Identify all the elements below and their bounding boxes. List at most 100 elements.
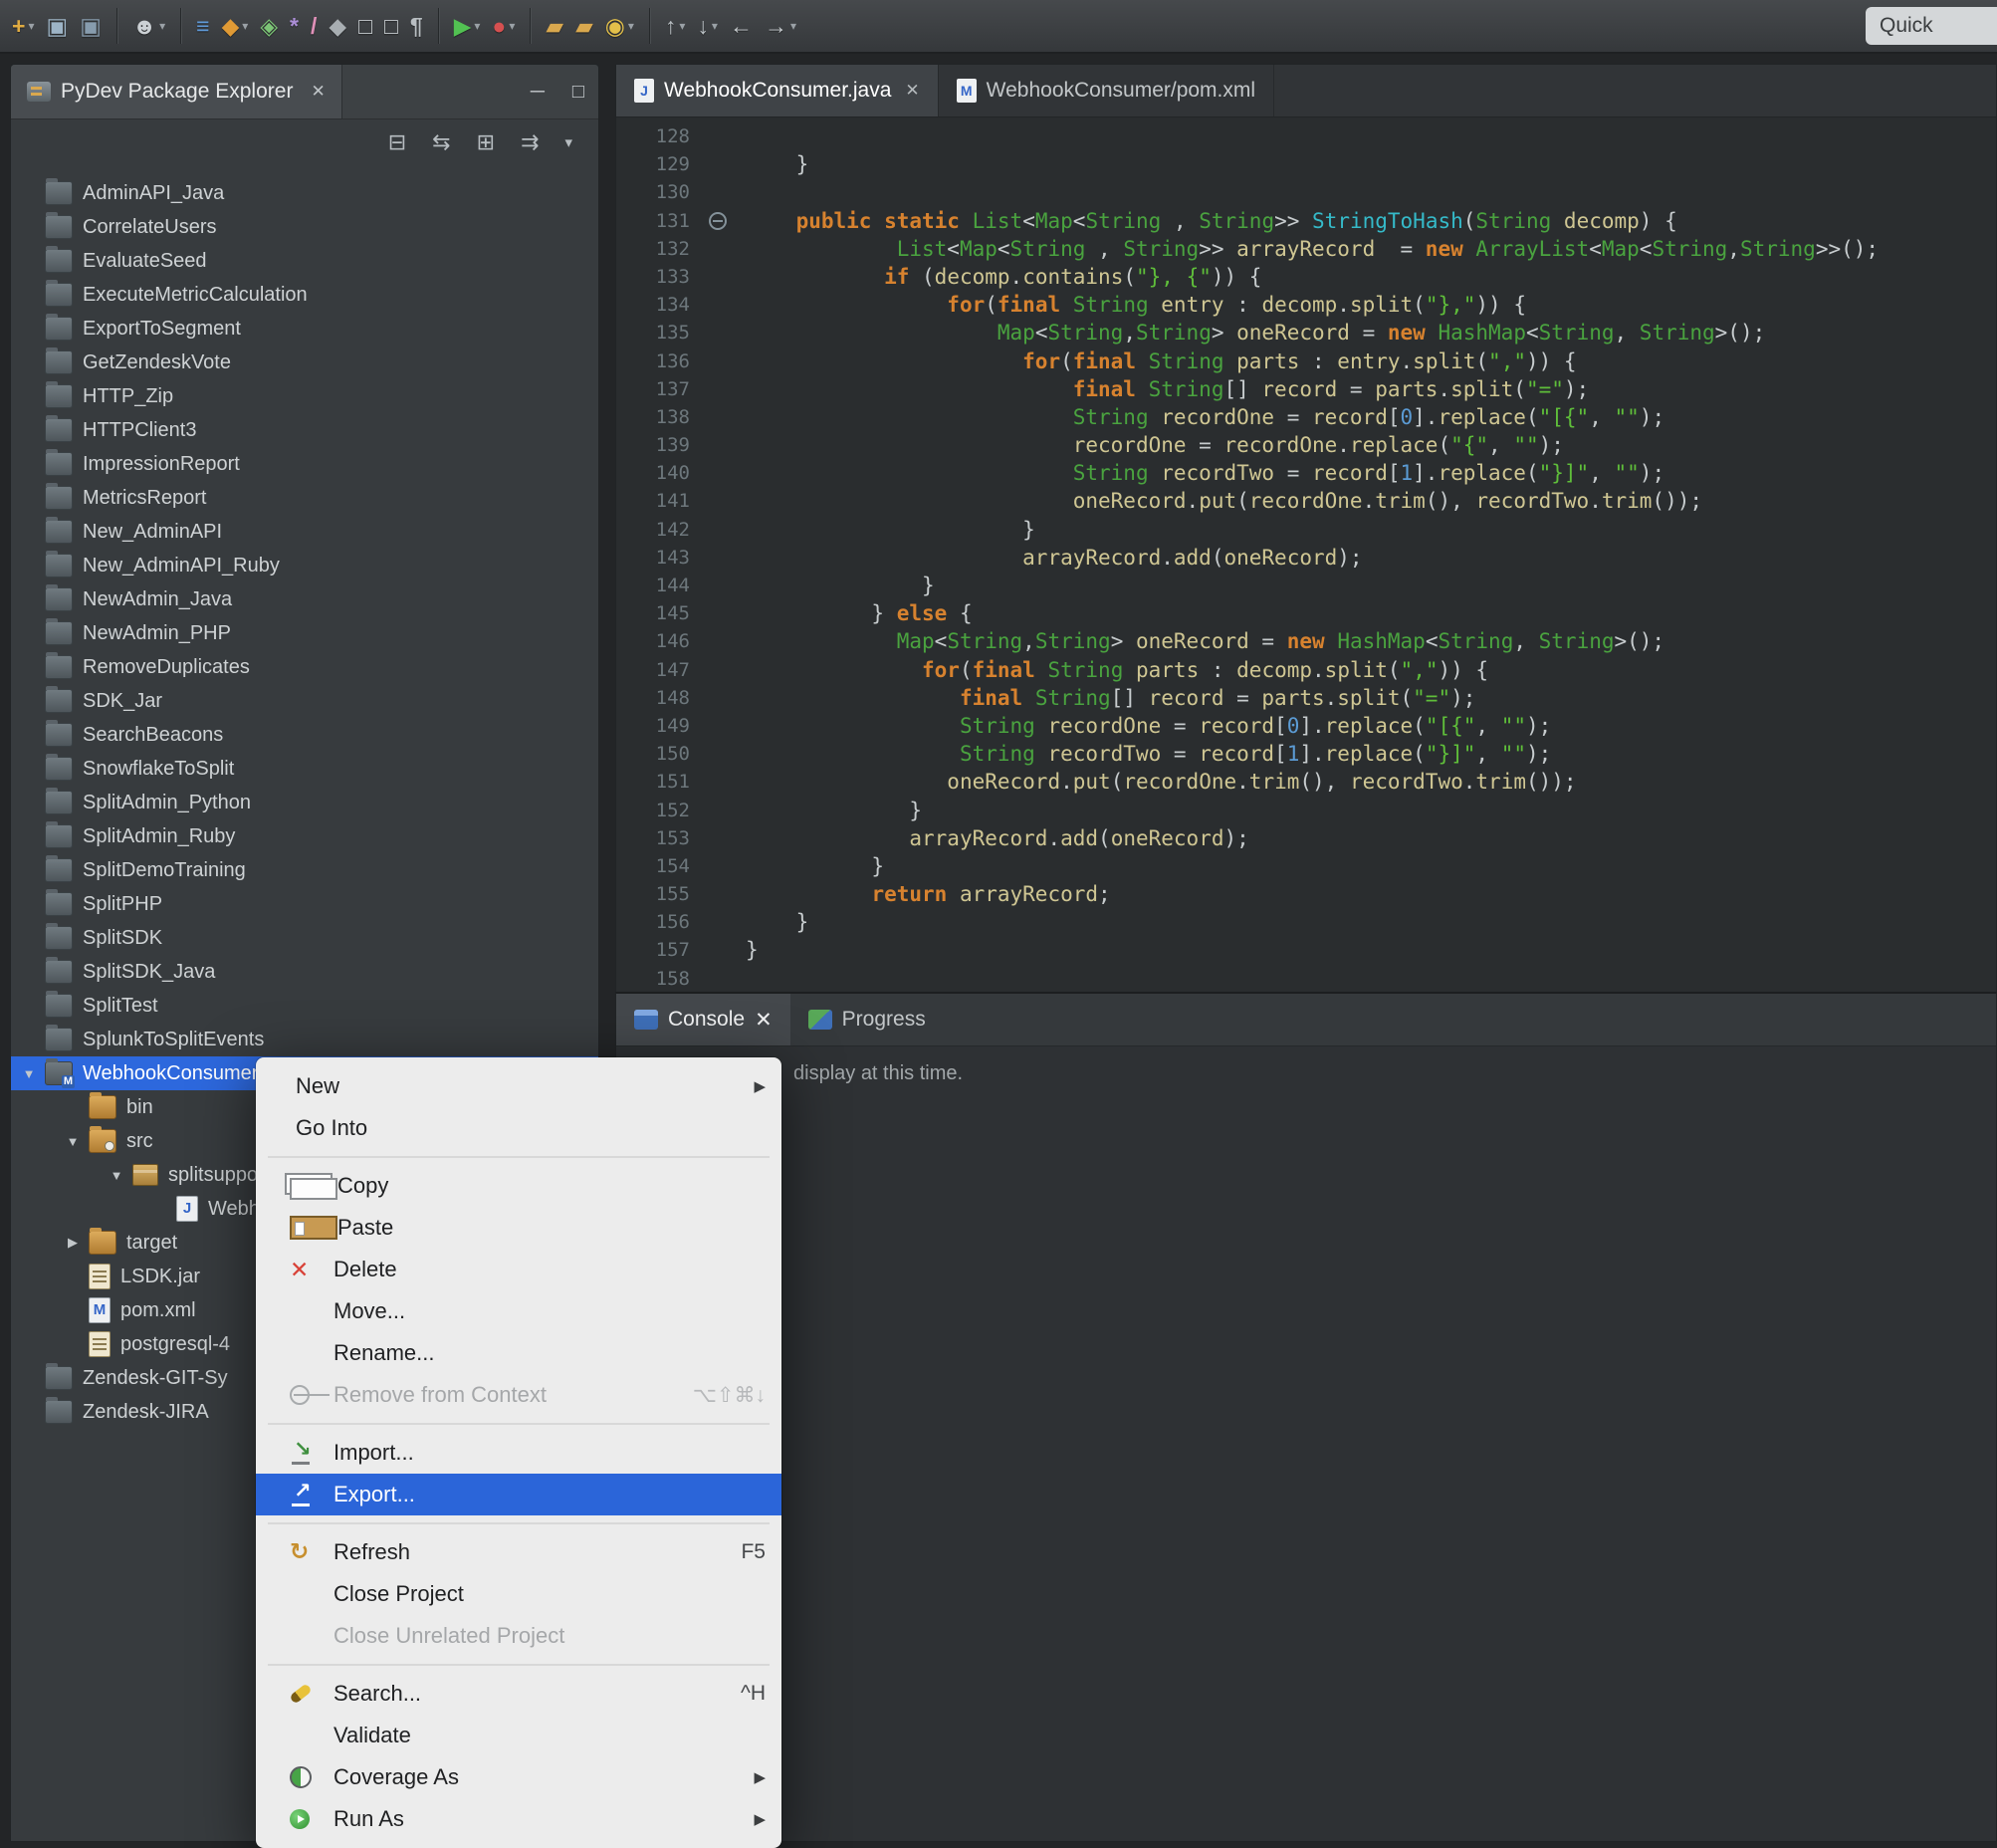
tree-item-evaluateseed[interactable]: EvaluateSeed (11, 244, 598, 278)
code-text: } (746, 852, 1996, 880)
back-icon[interactable]: ← (724, 4, 759, 48)
tree-item-new-adminapi-ruby[interactable]: New_AdminAPI_Ruby (11, 549, 598, 582)
tree-item-searchbeacons[interactable]: SearchBeacons (11, 718, 598, 752)
tree-item-snowflaketosplit[interactable]: SnowflakeToSplit (11, 752, 598, 786)
menu-item-paste[interactable]: Paste (256, 1207, 781, 1249)
tab-progress[interactable]: Progress (790, 994, 944, 1045)
new-wizard-icon[interactable]: +▾ (6, 4, 40, 48)
quick-access-field[interactable]: Quick (1866, 7, 1997, 45)
menu-item-copy[interactable]: Copy (256, 1165, 781, 1207)
close-tab-icon[interactable]: ✕ (905, 81, 919, 101)
search-icon (290, 1689, 333, 1699)
tree-item-sdk-jar[interactable]: SDK_Jar (11, 684, 598, 718)
tree-item-label: New_AdminAPI (83, 521, 222, 544)
console-view-icon[interactable]: ≡ (190, 4, 215, 48)
debug-attach-icon[interactable]: ◆ (323, 4, 352, 48)
menu-item-import[interactable]: Import... (256, 1432, 781, 1474)
tree-item-removeduplicates[interactable]: RemoveDuplicates (11, 650, 598, 684)
tree-item-splunktosplitevents[interactable]: SplunkToSplitEvents (11, 1023, 598, 1056)
tree-item-splitphp[interactable]: SplitPHP (11, 887, 598, 921)
tree-item-splitadmin-ruby[interactable]: SplitAdmin_Ruby (11, 819, 598, 853)
tree-item-splitadmin-python[interactable]: SplitAdmin_Python (11, 786, 598, 819)
project-icon (45, 757, 73, 781)
view-menu-icon[interactable]: ▾ (564, 133, 572, 151)
run-icon[interactable]: ▶▾ (448, 4, 487, 48)
menu-item-new[interactable]: New▶ (256, 1065, 781, 1107)
expand-arrow-icon[interactable]: ▼ (19, 1066, 39, 1081)
line-number: 136 (616, 347, 690, 375)
minimize-button[interactable]: ─ (531, 81, 545, 104)
forward-icon[interactable]: →▾ (759, 4, 802, 48)
tab-pydev-package-explorer[interactable]: PyDev Package Explorer ✕ (11, 65, 342, 118)
torch-icon[interactable]: ◉▾ (599, 4, 640, 48)
code-text: for(final String entry : decomp.split("}… (746, 291, 1996, 319)
debug-ant-icon[interactable]: ●▾ (486, 4, 521, 48)
tree-item-impressionreport[interactable]: ImpressionReport (11, 447, 598, 481)
tree-item-adminapi-java[interactable]: AdminAPI_Java (11, 176, 598, 210)
close-tab-icon[interactable]: ✕ (755, 1008, 773, 1033)
save-icon[interactable]: ▣ (40, 4, 74, 48)
collapse-all-icon[interactable]: ⊟ (388, 129, 406, 155)
open-folder-icon[interactable]: ▰ (540, 4, 569, 48)
code-text: String recordOne = record[0].replace("[{… (746, 712, 1996, 740)
menu-item-move[interactable]: Move... (256, 1290, 781, 1332)
code-line: 135 Map<String,String> oneRecord = new H… (616, 319, 1996, 346)
tree-item-splitsdk[interactable]: SplitSDK (11, 921, 598, 955)
tab-console[interactable]: Console✕ (616, 994, 790, 1045)
tree-item-exporttosegment[interactable]: ExportToSegment (11, 312, 598, 346)
folder-icon (89, 1231, 116, 1255)
tree-item-httpclient3[interactable]: HTTPClient3 (11, 413, 598, 447)
tab-webhookconsumer-java[interactable]: JWebhookConsumer.java✕ (616, 65, 939, 116)
user-profile-icon[interactable]: ☻▾ (126, 4, 171, 48)
menu-item-delete[interactable]: ✕Delete (256, 1249, 781, 1290)
menu-item-export[interactable]: Export... (256, 1474, 781, 1515)
expand-arrow-icon[interactable]: ▼ (107, 1168, 126, 1183)
tree-item-splitsdk-java[interactable]: SplitSDK_Java (11, 955, 598, 989)
project-icon (45, 1400, 73, 1424)
save-all-icon[interactable]: ▣ (74, 4, 108, 48)
highlighter-icon[interactable]: / (305, 4, 323, 48)
tree-item-http-zip[interactable]: HTTP_Zip (11, 379, 598, 413)
menu-item-rename[interactable]: Rename... (256, 1332, 781, 1374)
new-document-icon[interactable]: □ (378, 4, 404, 48)
maximize-button[interactable]: □ (572, 81, 584, 104)
expand-arrow-icon[interactable]: ▶ (63, 1235, 83, 1251)
menu-item-go-into[interactable]: Go Into (256, 1107, 781, 1149)
tree-item-metricsreport[interactable]: MetricsReport (11, 481, 598, 515)
menu-item-validate[interactable]: Validate (256, 1715, 781, 1756)
copy-view-icon[interactable]: □ (352, 4, 378, 48)
tree-item-executemetriccalculation[interactable]: ExecuteMetricCalculation (11, 278, 598, 312)
menu-item-remove-from-context[interactable]: Remove from Context⌥⇧⌘↓ (256, 1374, 781, 1416)
open-folder-alt-icon[interactable]: ▰ (569, 4, 599, 48)
previous-annotation-icon[interactable]: ↑▾ (659, 4, 692, 48)
tree-item-newadmin-php[interactable]: NewAdmin_PHP (11, 616, 598, 650)
menu-item-close-project[interactable]: Close Project (256, 1573, 781, 1615)
open-type-icon[interactable]: ◈ (254, 4, 284, 48)
spray-tool-icon[interactable]: * (284, 4, 305, 48)
editor-area: JWebhookConsumer.java✕MWebhookConsumer/p… (615, 64, 1997, 994)
code-editor[interactable]: 128129 }130131 public static List<Map<St… (616, 116, 1996, 993)
expand-arrow-icon[interactable]: ▼ (63, 1134, 83, 1149)
menu-item-close-unrelated-project[interactable]: Close Unrelated Project (256, 1615, 781, 1657)
next-annotation-icon[interactable]: ↓▾ (691, 4, 724, 48)
menu-item-run-as[interactable]: Run As▶ (256, 1798, 781, 1840)
link-with-editor-icon[interactable]: ⇆ (432, 129, 450, 155)
tree-item-newadmin-java[interactable]: NewAdmin_Java (11, 582, 598, 616)
new-package-icon[interactable]: ◆▾ (216, 4, 255, 48)
menu-item-refresh[interactable]: ↻RefreshF5 (256, 1531, 781, 1573)
menu-item-search[interactable]: Search...^H (256, 1673, 781, 1715)
menu-item-coverage-as[interactable]: Coverage As▶ (256, 1756, 781, 1798)
line-number: 132 (616, 235, 690, 263)
fold-collapse-icon[interactable] (709, 212, 727, 230)
tree-item-correlateusers[interactable]: CorrelateUsers (11, 210, 598, 244)
expand-all-icon[interactable]: ⊞ (477, 129, 495, 155)
tree-item-splitdemotraining[interactable]: SplitDemoTraining (11, 853, 598, 887)
close-view-icon[interactable]: ✕ (311, 82, 325, 102)
tab-webhookconsumer-pom-xml[interactable]: MWebhookConsumer/pom.xml (939, 65, 1274, 116)
code-text: oneRecord.put(recordOne.trim(), recordTw… (746, 768, 1996, 796)
filters-icon[interactable]: ⇉ (521, 129, 539, 155)
tree-item-splittest[interactable]: SplitTest (11, 989, 598, 1023)
tree-item-new-adminapi[interactable]: New_AdminAPI (11, 515, 598, 549)
show-whitespace-icon[interactable]: ¶ (404, 4, 429, 48)
tree-item-getzendeskvote[interactable]: GetZendeskVote (11, 346, 598, 379)
